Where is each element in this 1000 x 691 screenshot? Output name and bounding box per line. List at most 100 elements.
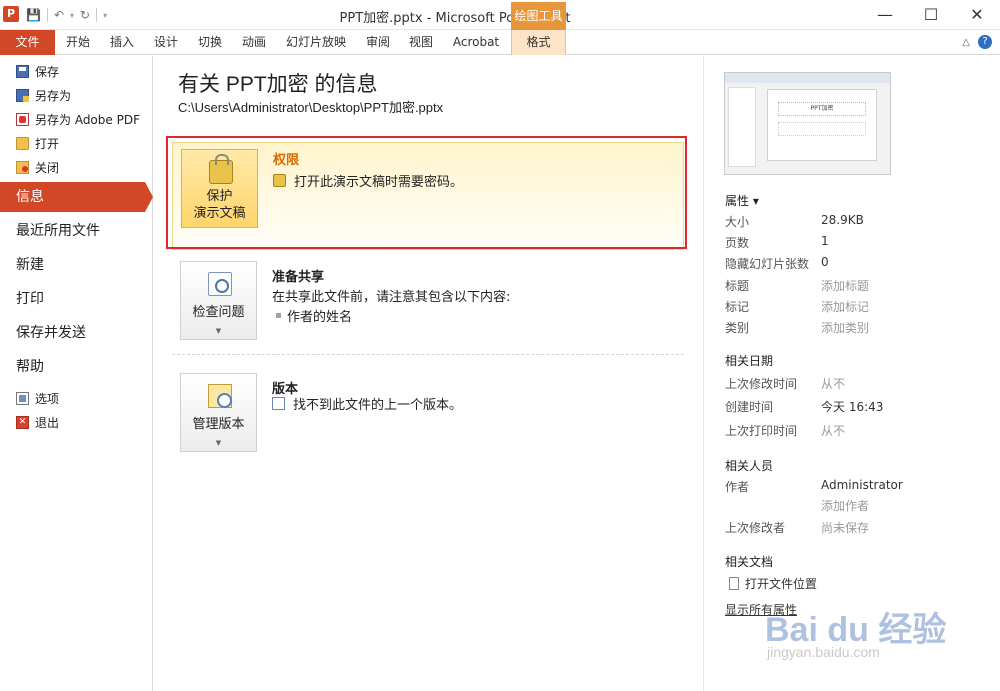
prepare-sharing-section: 检查问题 ▼ 准备共享 在共享此文件前，请注意其包含以下内容: 作者的姓名 bbox=[172, 260, 684, 352]
tab-format[interactable]: 格式 bbox=[511, 30, 566, 55]
save-icon bbox=[16, 64, 29, 78]
open-file-location-label: 打开文件位置 bbox=[745, 577, 818, 591]
nav-options-label: 选项 bbox=[35, 391, 60, 406]
check-issues-button[interactable]: 检查问题 ▼ bbox=[180, 261, 257, 340]
qat-save-icon[interactable]: 💾 bbox=[26, 8, 41, 22]
close-button[interactable]: ✕ bbox=[954, 0, 1000, 30]
manage-versions-label: 管理版本 bbox=[192, 417, 245, 432]
exit-icon: ✕ bbox=[16, 415, 29, 429]
property-tags: 标记 添加标记 bbox=[725, 298, 995, 316]
date-last-modified-value: 从不 bbox=[821, 377, 846, 391]
window-controls: — ☐ ✕ bbox=[862, 0, 1000, 30]
add-author-link[interactable]: 添加作者 bbox=[821, 497, 869, 514]
check-issues-label: 检查问题 bbox=[192, 305, 245, 320]
qat-customize-icon[interactable]: ▾ bbox=[103, 11, 107, 20]
last-modified-by-value: 尚未保存 bbox=[821, 521, 870, 535]
sharing-text: 在共享此文件前，请注意其包含以下内容: bbox=[272, 290, 511, 305]
nav-save-as-label: 另存为 bbox=[35, 88, 72, 103]
page-title: 有关 PPT加密 的信息 bbox=[178, 73, 378, 96]
show-all-properties-link[interactable]: 显示所有属性 bbox=[725, 601, 797, 618]
drawing-tools-group-label: 绘图工具 bbox=[511, 2, 566, 30]
tab-view[interactable]: 视图 bbox=[403, 30, 439, 55]
nav-close[interactable]: 关闭 bbox=[16, 156, 59, 178]
tab-insert[interactable]: 插入 bbox=[104, 30, 140, 55]
nav-print[interactable]: 打印 bbox=[0, 284, 153, 314]
property-category-value[interactable]: 添加类别 bbox=[821, 319, 869, 336]
property-title-key: 标题 bbox=[725, 279, 750, 293]
date-last-modified: 上次修改时间 从不 bbox=[725, 375, 995, 393]
tab-animations[interactable]: 动画 bbox=[236, 30, 272, 55]
nav-open[interactable]: 打开 bbox=[16, 132, 59, 154]
last-modified-by-key: 上次修改者 bbox=[725, 521, 786, 535]
property-size: 大小 28.9KB bbox=[725, 213, 995, 231]
sharing-item: 作者的姓名 bbox=[272, 306, 352, 325]
minimize-button[interactable]: — bbox=[862, 0, 908, 30]
nav-open-label: 打开 bbox=[35, 136, 60, 151]
date-created-key: 创建时间 bbox=[725, 400, 774, 414]
manage-versions-button[interactable]: 管理版本 ▼ bbox=[180, 373, 257, 452]
tab-home[interactable]: 开始 bbox=[60, 30, 96, 55]
section-divider bbox=[172, 354, 684, 355]
backstage-nav: 保存 另存为 另存为 Adobe PDF 打开 关闭 信息 最近所用文件 新建 … bbox=[0, 56, 153, 691]
ribbon-right-controls: △ ? bbox=[962, 35, 992, 49]
date-last-printed-value: 从不 bbox=[821, 424, 846, 438]
qat-redo-icon[interactable]: ↻ bbox=[80, 8, 90, 22]
tab-transitions[interactable]: 切换 bbox=[192, 30, 228, 55]
qat-undo-dropdown-icon[interactable]: ▾ bbox=[70, 11, 74, 20]
thumbnail-slide-pane bbox=[728, 87, 756, 167]
red-highlight-annotation bbox=[166, 136, 687, 249]
tab-acrobat[interactable]: Acrobat bbox=[448, 30, 504, 55]
ribbon-tab-bar: 文件 开始 插入 设计 切换 动画 幻灯片放映 审阅 视图 Acrobat 格式… bbox=[0, 30, 1000, 55]
tab-file[interactable]: 文件 bbox=[0, 30, 55, 55]
nav-save-send[interactable]: 保存并发送 bbox=[0, 318, 153, 348]
nav-info[interactable]: 信息 bbox=[0, 182, 153, 212]
property-size-value: 28.9KB bbox=[821, 213, 864, 227]
tab-slideshow[interactable]: 幻灯片放映 bbox=[282, 30, 350, 55]
related-dates-heading: 相关日期 bbox=[725, 354, 774, 368]
presentation-thumbnail[interactable]: PPT加密 bbox=[724, 72, 891, 175]
quick-access-toolbar: 💾 ↶ ▾ ↻ ▾ bbox=[26, 7, 107, 23]
window-title: PPT加密.pptx - Microsoft PowerPoint bbox=[0, 7, 1000, 26]
help-icon[interactable]: ? bbox=[978, 35, 992, 49]
property-tags-value[interactable]: 添加标记 bbox=[821, 298, 869, 315]
property-title-value[interactable]: 添加标题 bbox=[821, 277, 869, 294]
manage-versions-dropdown-icon: ▼ bbox=[215, 439, 222, 447]
properties-heading[interactable]: 属性 ▾ bbox=[725, 192, 759, 209]
version-document-icon bbox=[272, 397, 285, 410]
nav-options[interactable]: 选项 bbox=[16, 387, 59, 409]
thumbnail-slide: PPT加密 bbox=[767, 89, 877, 161]
info-pane: 有关 PPT加密 的信息 C:\Users\Administrator\Desk… bbox=[154, 56, 703, 691]
nav-new[interactable]: 新建 bbox=[0, 250, 153, 280]
maximize-button[interactable]: ☐ bbox=[908, 0, 954, 30]
thumbnail-slide-subtitle bbox=[778, 122, 866, 136]
nav-save-as-pdf[interactable]: 另存为 Adobe PDF bbox=[16, 108, 140, 130]
options-icon bbox=[16, 391, 29, 405]
author-value[interactable]: Administrator bbox=[821, 478, 903, 492]
sharing-item-text: 作者的姓名 bbox=[287, 310, 353, 325]
nav-exit-label: 退出 bbox=[35, 415, 60, 430]
nav-save-label: 保存 bbox=[35, 64, 60, 79]
nav-save[interactable]: 保存 bbox=[16, 60, 59, 82]
tab-review[interactable]: 审阅 bbox=[360, 30, 396, 55]
tab-design[interactable]: 设计 bbox=[148, 30, 184, 55]
related-people-heading: 相关人员 bbox=[725, 459, 774, 473]
minimize-ribbon-icon[interactable]: △ bbox=[962, 37, 970, 48]
property-size-key: 大小 bbox=[725, 215, 750, 229]
qat-undo-icon[interactable]: ↶ bbox=[54, 8, 64, 22]
date-last-modified-key: 上次修改时间 bbox=[725, 377, 798, 391]
date-last-printed-key: 上次打印时间 bbox=[725, 424, 798, 438]
date-created: 创建时间 今天 16:43 bbox=[725, 398, 995, 416]
powerpoint-app-icon[interactable]: P bbox=[3, 6, 19, 22]
property-category: 类别 添加类别 bbox=[725, 319, 995, 337]
property-tags-key: 标记 bbox=[725, 300, 750, 314]
nav-help[interactable]: 帮助 bbox=[0, 352, 153, 382]
related-documents-heading: 相关文档 bbox=[725, 555, 774, 569]
last-modified-by-row: 上次修改者 尚未保存 bbox=[725, 519, 995, 537]
versions-status: 找不到此文件的上一个版本。 bbox=[272, 394, 462, 413]
nav-exit[interactable]: ✕ 退出 bbox=[16, 411, 59, 433]
nav-recent[interactable]: 最近所用文件 bbox=[0, 216, 153, 246]
versions-text: 找不到此文件的上一个版本。 bbox=[293, 398, 463, 413]
bullet-icon bbox=[276, 313, 281, 318]
nav-save-as[interactable]: 另存为 bbox=[16, 84, 71, 106]
open-file-location-link[interactable]: 打开文件位置 bbox=[729, 575, 817, 592]
